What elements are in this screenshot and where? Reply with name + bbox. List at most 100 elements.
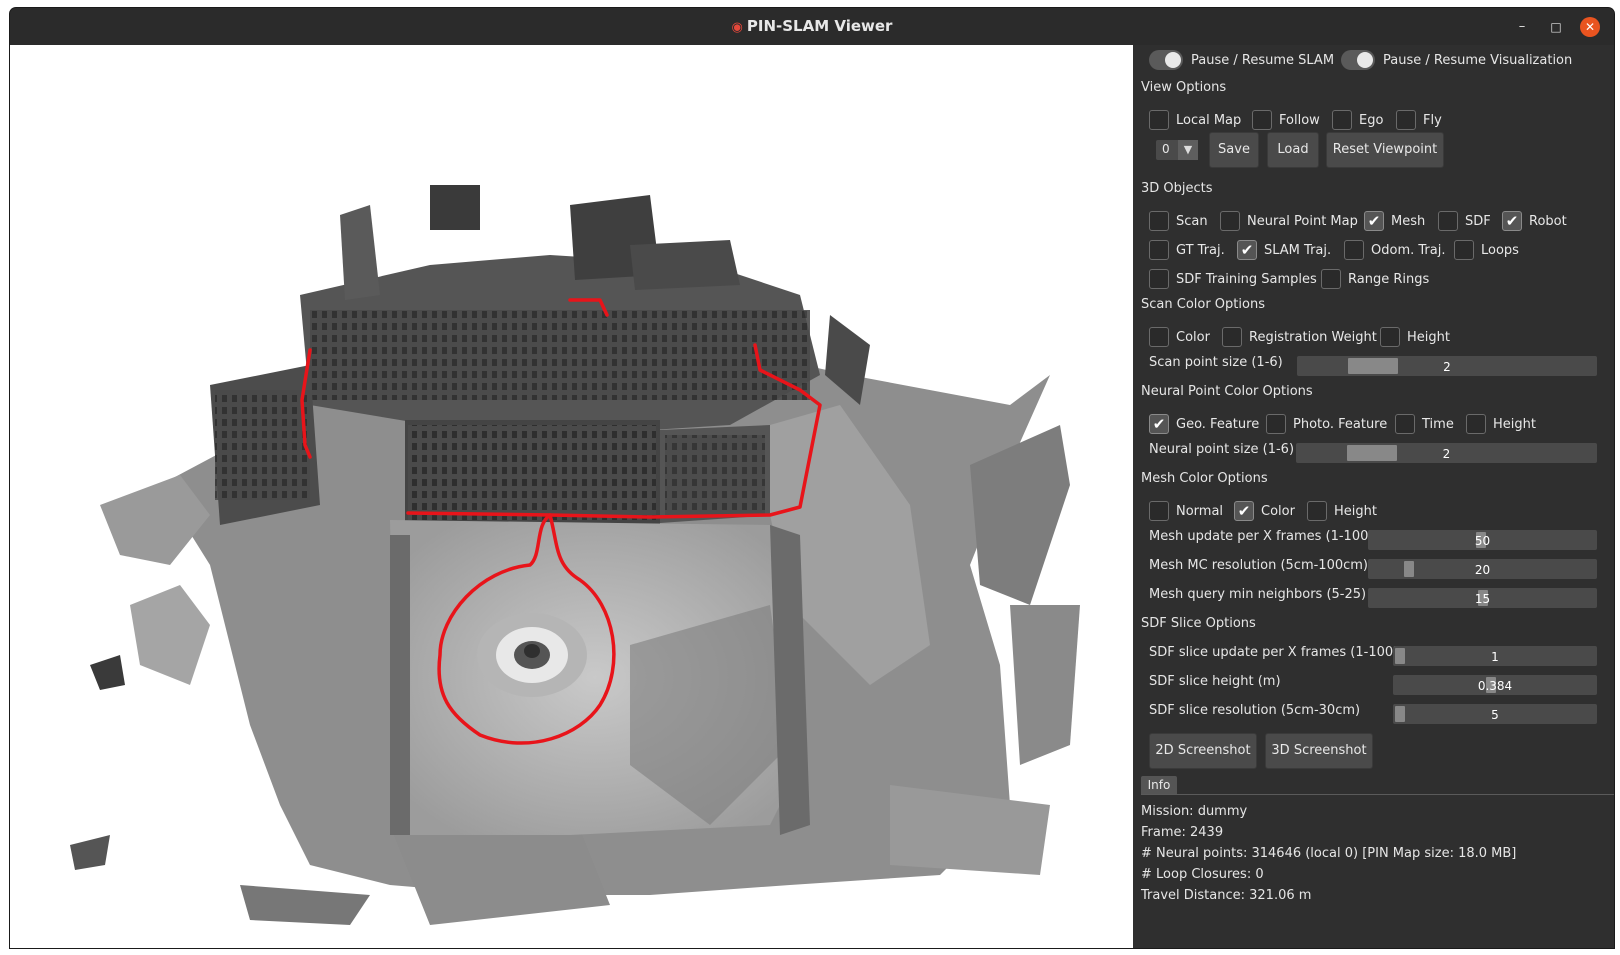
scan-point-size-slider[interactable]: 2 xyxy=(1297,356,1597,376)
minimize-button[interactable]: – xyxy=(1512,17,1532,37)
view-options-heading: View Options xyxy=(1141,80,1227,95)
checkbox-box[interactable] xyxy=(1252,110,1272,130)
mesh-update-slider[interactable]: 50 xyxy=(1368,530,1597,550)
checkmark-icon[interactable]: ✔ xyxy=(1149,414,1169,434)
time-checkbox[interactable]: Time xyxy=(1395,413,1454,435)
checkbox-box[interactable] xyxy=(1149,240,1169,260)
gt-traj-checkbox[interactable]: GT Traj. xyxy=(1149,239,1225,261)
checkbox-box[interactable] xyxy=(1396,110,1416,130)
registration-weight-checkbox[interactable]: Registration Weight xyxy=(1222,326,1377,348)
mesh-query-neighbors-slider[interactable]: 15 xyxy=(1368,588,1597,608)
pause-slam-toggle[interactable]: Pause / Resume SLAM xyxy=(1149,49,1334,71)
checkbox-box[interactable] xyxy=(1466,414,1486,434)
reset-viewpoint-button[interactable]: Reset Viewpoint xyxy=(1326,132,1444,168)
pause-visualization-label: Pause / Resume Visualization xyxy=(1383,52,1573,68)
odom-traj-checkbox[interactable]: Odom. Traj. xyxy=(1344,239,1445,261)
mesh-checkbox[interactable]: ✔ Mesh xyxy=(1364,210,1425,232)
checkbox-box[interactable] xyxy=(1149,211,1169,231)
mesh-update-label: Mesh update per X frames (1-100) xyxy=(1149,529,1374,544)
sdf-training-samples-checkbox[interactable]: SDF Training Samples xyxy=(1149,268,1317,290)
follow-checkbox[interactable]: Follow xyxy=(1252,109,1320,131)
tab-divider xyxy=(1141,794,1614,795)
slider-value: 15 xyxy=(1474,592,1491,606)
checkmark-icon[interactable]: ✔ xyxy=(1364,211,1384,231)
checkbox-box[interactable] xyxy=(1321,269,1341,289)
neural-point-color-heading: Neural Point Color Options xyxy=(1141,384,1313,399)
slider-value: 0.384 xyxy=(1477,679,1513,693)
checkbox-box[interactable] xyxy=(1307,501,1327,521)
checkbox-box[interactable] xyxy=(1149,110,1169,130)
building-north xyxy=(300,185,870,435)
mesh-mc-resolution-slider[interactable]: 20 xyxy=(1368,559,1597,579)
checkbox-box[interactable] xyxy=(1344,240,1364,260)
local-map-checkbox[interactable]: Local Map xyxy=(1149,109,1241,131)
range-rings-checkbox[interactable]: Range Rings xyxy=(1321,268,1429,290)
maximize-button[interactable]: □ xyxy=(1546,17,1566,37)
checkbox-box[interactable] xyxy=(1222,327,1242,347)
checkmark-icon[interactable]: ✔ xyxy=(1237,240,1257,260)
slider-value: 50 xyxy=(1474,534,1491,548)
pause-slam-label: Pause / Resume SLAM xyxy=(1191,52,1335,68)
neural-point-size-slider[interactable]: 2 xyxy=(1296,443,1597,463)
viewpoint-select[interactable]: 0 ▼ xyxy=(1156,140,1198,160)
checkbox-box[interactable] xyxy=(1380,327,1400,347)
sdf-slice-height-slider[interactable]: 0.384 xyxy=(1393,675,1597,695)
control-panel: Pause / Resume SLAM Pause / Resume Visua… xyxy=(1133,45,1614,948)
checkbox-box[interactable] xyxy=(1454,240,1474,260)
scan-height-checkbox[interactable]: Height xyxy=(1380,326,1450,348)
neural-point-map-checkbox[interactable]: Neural Point Map xyxy=(1220,210,1358,232)
mesh-render xyxy=(70,185,1080,925)
sdf-slice-height-label: SDF slice height (m) xyxy=(1149,674,1281,689)
checkbox-box[interactable] xyxy=(1395,414,1415,434)
fly-checkbox[interactable]: Fly xyxy=(1396,109,1442,131)
sdf-slice-update-slider[interactable]: 1 xyxy=(1393,646,1597,666)
building-facade xyxy=(405,420,775,525)
3d-screenshot-button[interactable]: 3D Screenshot xyxy=(1265,733,1373,769)
sdf-checkbox[interactable]: SDF xyxy=(1438,210,1491,232)
mesh-height-checkbox[interactable]: Height xyxy=(1307,500,1377,522)
photo-feature-checkbox[interactable]: Photo. Feature xyxy=(1266,413,1387,435)
mesh-color-checkbox[interactable]: ✔ Color xyxy=(1234,500,1295,522)
title-bar[interactable]: ◉ PIN-SLAM Viewer – □ ✕ xyxy=(10,8,1614,46)
slam-traj-checkbox[interactable]: ✔ SLAM Traj. xyxy=(1237,239,1331,261)
checkbox-box[interactable] xyxy=(1149,501,1169,521)
checkbox-box[interactable] xyxy=(1220,211,1240,231)
slider-value: 1 xyxy=(1491,650,1499,664)
2d-screenshot-button[interactable]: 2D Screenshot xyxy=(1149,733,1257,769)
toggle-switch[interactable] xyxy=(1341,50,1375,70)
slider-value: 20 xyxy=(1474,563,1491,577)
pause-visualization-toggle[interactable]: Pause / Resume Visualization xyxy=(1341,49,1572,71)
app-window: ◉ PIN-SLAM Viewer – □ ✕ Pause / Resume S… xyxy=(10,8,1614,948)
toggle-knob xyxy=(1165,52,1181,68)
checkbox-box[interactable] xyxy=(1266,414,1286,434)
info-loop-closures: # Loop Closures: 0 xyxy=(1141,867,1264,882)
normal-checkbox[interactable]: Normal xyxy=(1149,500,1223,522)
checkmark-icon[interactable]: ✔ xyxy=(1502,211,1522,231)
3d-viewport[interactable] xyxy=(10,45,1133,948)
scan-point-size-label: Scan point size (1-6) xyxy=(1149,355,1283,370)
scan-color-checkbox[interactable]: Color xyxy=(1149,326,1210,348)
load-viewpoint-button[interactable]: Load xyxy=(1267,132,1319,168)
geo-feature-checkbox[interactable]: ✔ Geo. Feature xyxy=(1149,413,1259,435)
plaza-mesh xyxy=(390,520,810,835)
scan-checkbox[interactable]: Scan xyxy=(1149,210,1208,232)
sdf-slice-resolution-slider[interactable]: 5 xyxy=(1393,704,1597,724)
loops-checkbox[interactable]: Loops xyxy=(1454,239,1519,261)
fountain-mesh xyxy=(477,613,587,697)
save-viewpoint-button[interactable]: Save xyxy=(1209,132,1259,168)
ego-checkbox[interactable]: Ego xyxy=(1332,109,1383,131)
checkbox-box[interactable] xyxy=(1438,211,1458,231)
scan-color-heading: Scan Color Options xyxy=(1141,297,1265,312)
map-pin-icon: ◉ xyxy=(731,20,743,35)
checkbox-box[interactable] xyxy=(1332,110,1352,130)
chevron-down-icon: ▼ xyxy=(1178,140,1198,160)
checkbox-box[interactable] xyxy=(1149,269,1169,289)
checkbox-box[interactable] xyxy=(1149,327,1169,347)
checkmark-icon[interactable]: ✔ xyxy=(1234,501,1254,521)
close-button[interactable]: ✕ xyxy=(1580,17,1600,37)
robot-checkbox[interactable]: ✔ Robot xyxy=(1502,210,1567,232)
toggle-switch[interactable] xyxy=(1149,50,1183,70)
3d-objects-heading: 3D Objects xyxy=(1141,181,1213,196)
tab-info[interactable]: Info xyxy=(1141,776,1177,794)
neural-height-checkbox[interactable]: Height xyxy=(1466,413,1536,435)
